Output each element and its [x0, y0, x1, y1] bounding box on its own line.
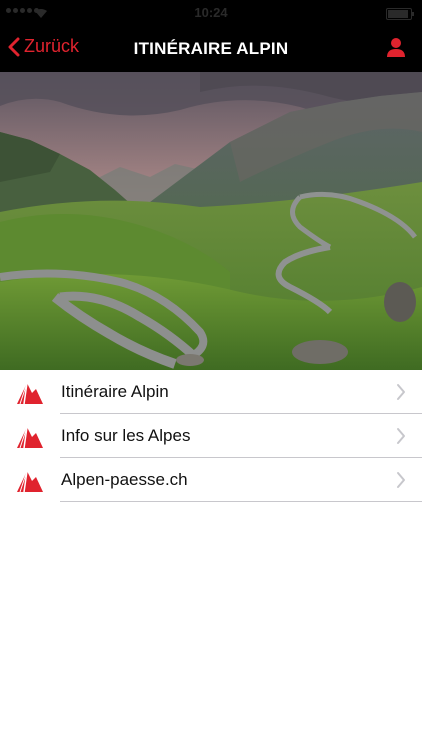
list-item-label: Info sur les Alpes — [61, 426, 191, 445]
list-item-info-alpes[interactable]: Info sur les Alpes — [0, 414, 422, 458]
chevron-right-icon — [397, 472, 405, 488]
page-title: ITINÉRAIRE ALPIN — [133, 39, 289, 58]
chevron-right-icon — [397, 428, 405, 444]
menu-list: Itinéraire Alpin Info sur les Alpes Alpe — [0, 370, 422, 502]
alps-logo-icon — [17, 382, 43, 405]
list-item-itineraire-alpin[interactable]: Itinéraire Alpin — [0, 370, 422, 414]
alps-logo-icon — [17, 470, 43, 493]
list-item-label: Itinéraire Alpin — [61, 382, 169, 401]
user-icon — [387, 38, 405, 57]
navigation-bar: Zurück ITINÉRAIRE ALPIN — [0, 26, 422, 72]
list-item-alpen-paesse[interactable]: Alpen-paesse.ch — [0, 458, 422, 502]
hero-image — [0, 72, 422, 370]
app-screen: 10:24 Zurück ITINÉRAIRE ALPIN Itinéraire… — [0, 0, 422, 750]
status-bar: 10:24 — [0, 0, 422, 26]
user-profile-button[interactable] — [386, 37, 406, 62]
chevron-right-icon — [397, 384, 405, 400]
alps-logo-icon — [17, 426, 43, 449]
list-item-label: Alpen-paesse.ch — [61, 470, 188, 489]
status-time: 10:24 — [194, 5, 228, 20]
battery-icon — [386, 8, 414, 20]
